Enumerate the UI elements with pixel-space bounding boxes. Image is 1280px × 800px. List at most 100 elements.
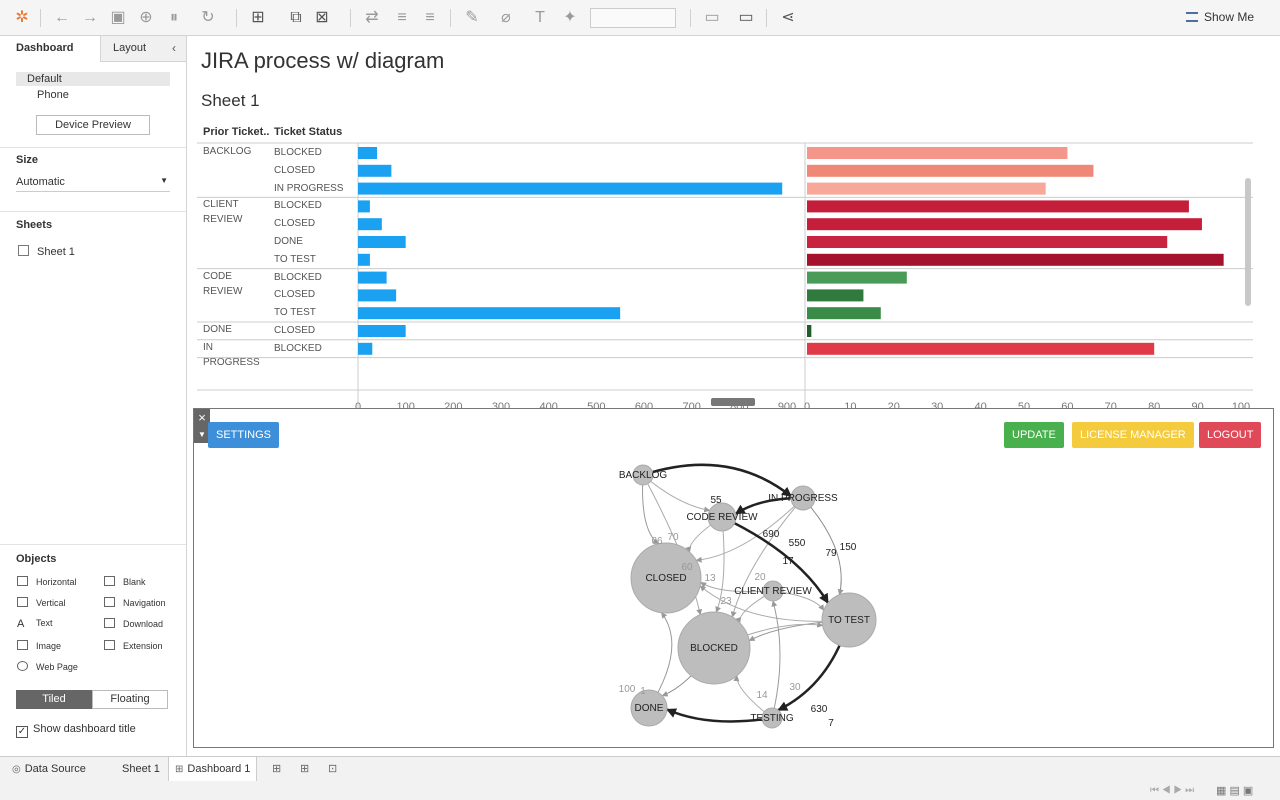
object-label: Navigation <box>123 598 166 608</box>
navigation-arrows[interactable]: ⏮ ◀ ▶ ⏭ <box>1150 785 1194 796</box>
sort-desc-icon[interactable]: ≡ <box>420 8 440 28</box>
size-title: Size <box>16 154 39 166</box>
object-label: Text <box>36 618 53 628</box>
device-preview-button[interactable]: Device Preview <box>36 115 150 135</box>
refresh-icon[interactable]: ↻ <box>198 8 218 28</box>
edge-label: 690 <box>763 529 780 540</box>
time-bar <box>807 164 1094 177</box>
quantity-bar <box>358 307 621 320</box>
time-bar <box>807 342 1155 355</box>
toolbar: ✲ ← → ▣ ⊕ ⏸ ↻ ⊞ ⧉ ⊠ ⇄ ≡ ≡ ✎ ⌀ T ✦ ▭ ▭ ⋖ … <box>0 0 1280 36</box>
object-horizontal[interactable]: Horizontal <box>17 576 77 587</box>
fit-dropdown[interactable] <box>590 8 676 28</box>
resize-handle[interactable] <box>711 398 755 406</box>
time-bar <box>807 325 812 337</box>
new-worksheet-icon[interactable]: ⊞ <box>248 8 268 28</box>
new-worksheet-icon[interactable]: ⊞ <box>266 757 287 781</box>
tab-sheet1[interactable]: Sheet 1 <box>116 757 166 781</box>
object-label: Extension <box>123 641 163 651</box>
sheet-item-label: Sheet 1 <box>37 246 75 258</box>
object-label: Vertical <box>36 598 66 608</box>
pause-updates-icon[interactable]: ⏸ <box>164 8 184 28</box>
graph-node-label: TESTING <box>750 713 794 724</box>
tab-dashboard[interactable]: Dashboard <box>0 36 100 62</box>
object-label: Web Page <box>36 662 78 672</box>
show-title-checkbox-row[interactable]: ✓ Show dashboard title <box>16 723 136 738</box>
show-me-button[interactable]: Show Me <box>1185 10 1254 24</box>
edge-label: 17 <box>782 556 794 567</box>
object-label: Blank <box>123 577 146 587</box>
graph-node-label: CLIENT REVIEW <box>734 586 812 597</box>
object-image[interactable]: Image <box>17 640 61 651</box>
show-me-label: Show Me <box>1203 10 1254 24</box>
object-download[interactable]: Download <box>104 618 163 629</box>
blank-icon <box>104 576 115 586</box>
divider <box>0 147 186 148</box>
share-icon[interactable]: ⋖ <box>778 8 798 28</box>
sheet-item-sheet1[interactable]: Sheet 1 <box>18 245 75 258</box>
chevron-down-icon: ▼ <box>160 176 168 185</box>
object-vertical[interactable]: Vertical <box>17 597 66 608</box>
scrollbar-thumb <box>1245 178 1251 306</box>
labels-icon[interactable]: T <box>530 8 550 28</box>
show-title-label: Show dashboard title <box>33 723 136 735</box>
new-datasource-icon[interactable]: ⊕ <box>136 8 156 28</box>
graph-node-label: CLOSED <box>645 573 686 584</box>
highlight-icon[interactable]: ✎ <box>462 8 482 28</box>
duplicate-icon[interactable]: ⧉ <box>286 8 306 28</box>
sort-asc-icon[interactable]: ≡ <box>392 8 412 28</box>
object-navigation[interactable]: Navigation <box>104 597 166 608</box>
bar-chart: 0 100 200 300 400 500 600 700 800 900 0 10 20 30 40 50 6… <box>197 142 1253 434</box>
edge-label: 630 <box>811 704 828 715</box>
show-cards-icon[interactable]: ▭ <box>702 8 722 28</box>
object-web-page[interactable]: Web Page <box>17 661 78 672</box>
pin-icon[interactable]: ✦ <box>560 8 580 28</box>
device-phone[interactable]: Phone <box>37 89 69 101</box>
size-dropdown[interactable]: Automatic ▼ <box>16 176 170 192</box>
collapse-panel-icon[interactable]: ‹ <box>172 41 176 55</box>
save-icon[interactable]: ▣ <box>108 8 128 28</box>
sheet-tab-bar: ◎ Data Source Sheet 1 ⊞ Dashboard 1 ⊞ ⊞ ⊡ … <box>0 756 1280 800</box>
presentation-icon[interactable]: ▭ <box>736 8 756 28</box>
back-icon[interactable]: ← <box>52 8 72 28</box>
time-bar <box>807 218 1202 231</box>
toolbar-divider <box>450 9 451 27</box>
dashboard-canvas: JIRA process w/ diagram Sheet 1 Prior Ti… <box>187 36 1280 756</box>
object-blank[interactable]: Blank <box>104 576 146 587</box>
object-text[interactable]: A Text <box>17 618 53 630</box>
download-icon <box>104 618 115 628</box>
tab-data-source[interactable]: ◎ Data Source <box>6 757 92 781</box>
edge-label: 20 <box>754 572 766 583</box>
checkbox-checked-icon[interactable]: ✓ <box>16 726 28 738</box>
edge-label: 150 <box>840 542 857 553</box>
edge-label: 79 <box>825 548 837 559</box>
edge-label: 14 <box>756 690 768 701</box>
swap-icon[interactable]: ⇄ <box>362 8 382 28</box>
vertical-icon <box>17 597 28 607</box>
new-story-icon[interactable]: ⊡ <box>322 757 343 781</box>
tiled-button[interactable]: Tiled <box>16 690 92 709</box>
tableau-logo-icon[interactable]: ✲ <box>12 8 32 28</box>
time-bar <box>807 289 864 302</box>
clear-sheet-icon[interactable]: ⊠ <box>312 8 332 28</box>
time-bar <box>807 271 907 284</box>
graph-node-label: CODE REVIEW <box>686 512 758 523</box>
edge-label: 1 <box>640 686 646 697</box>
quantity-bar <box>358 182 783 195</box>
group-icon[interactable]: ⌀ <box>496 8 516 28</box>
toolbar-divider <box>690 9 691 27</box>
new-dashboard-icon[interactable]: ⊞ <box>294 757 315 781</box>
tab-label: Data Source <box>24 763 86 775</box>
graph-node-label: BLOCKED <box>690 643 738 654</box>
size-value: Automatic <box>16 176 65 188</box>
tab-dashboard1[interactable]: ⊞ Dashboard 1 <box>168 757 258 781</box>
forward-icon[interactable]: → <box>80 8 100 28</box>
object-label: Image <box>36 641 62 651</box>
object-extension[interactable]: Extension <box>104 640 163 651</box>
edge-label: 70 <box>667 532 679 543</box>
image-icon <box>17 640 28 650</box>
extension-icon <box>104 640 115 650</box>
view-toggle-icons[interactable]: ▦ ▤ ▣ <box>1216 784 1253 797</box>
device-default[interactable]: Default <box>16 72 170 86</box>
floating-button[interactable]: Floating <box>92 690 168 709</box>
